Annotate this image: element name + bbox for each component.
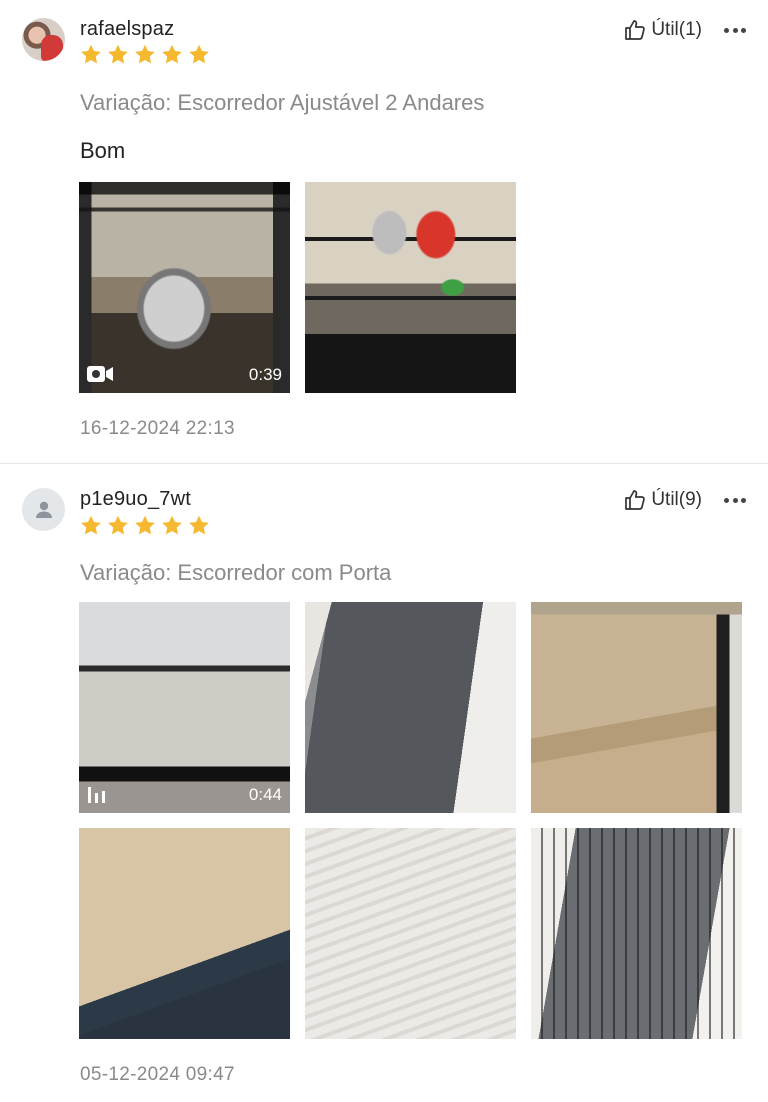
variation-label: Variação: Escorredor Ajustável 2 Andares	[80, 90, 485, 115]
star-icon	[135, 515, 155, 535]
username[interactable]: p1e9uo_7wt	[80, 488, 191, 511]
username[interactable]: rafaelspaz	[80, 18, 174, 41]
useful-label: Útil(9)	[651, 489, 702, 510]
more-options-button[interactable]	[724, 28, 746, 34]
useful-button[interactable]: Útil(9)	[623, 488, 702, 512]
video-duration: 0:44	[248, 785, 282, 804]
review-image[interactable]	[305, 828, 516, 1039]
variation-label: Variação: Escorredor com Porta	[80, 560, 392, 585]
star-icon	[81, 44, 101, 64]
more-dots-icon	[724, 498, 729, 503]
more-options-button[interactable]	[724, 498, 746, 504]
useful-label: Útil(1)	[651, 19, 702, 40]
review-image[interactable]	[305, 602, 516, 813]
more-dots-icon	[724, 28, 729, 33]
review-video-thumbnail[interactable]: 0:44	[79, 602, 290, 813]
star-icon	[108, 515, 128, 535]
useful-button[interactable]: Útil(1)	[623, 18, 702, 42]
thumbs-up-icon	[625, 20, 646, 40]
star-rating	[79, 514, 211, 537]
star-icon	[81, 515, 101, 535]
review-video-thumbnail[interactable]: 0:39	[79, 182, 290, 393]
star-icon	[189, 44, 209, 64]
review-image[interactable]	[531, 828, 742, 1039]
star-icon	[135, 44, 155, 64]
star-icon	[162, 44, 182, 64]
user-silhouette-icon	[35, 501, 52, 518]
user-avatar[interactable]	[22, 18, 65, 61]
star-icon	[189, 515, 209, 535]
review-item: p1e9uo_7wt Útil(9) Variação: Escorredor …	[0, 464, 768, 1102]
star-rating	[79, 43, 211, 66]
video-bars-icon	[88, 787, 105, 803]
review-image[interactable]	[305, 182, 516, 393]
review-date: 16-12-2024 22:13	[80, 418, 235, 439]
video-camera-icon	[87, 366, 113, 382]
review-comment: Bom	[80, 138, 126, 163]
review-image[interactable]	[79, 828, 290, 1039]
review-item: rafaelspaz Útil(1) Variação: Escorredor …	[0, 0, 768, 463]
star-icon	[162, 515, 182, 535]
star-icon	[108, 44, 128, 64]
thumbs-up-icon	[625, 490, 646, 510]
review-date: 05-12-2024 09:47	[80, 1064, 235, 1085]
user-avatar[interactable]	[22, 488, 65, 531]
review-image[interactable]	[531, 602, 742, 813]
video-duration: 0:39	[248, 365, 282, 384]
